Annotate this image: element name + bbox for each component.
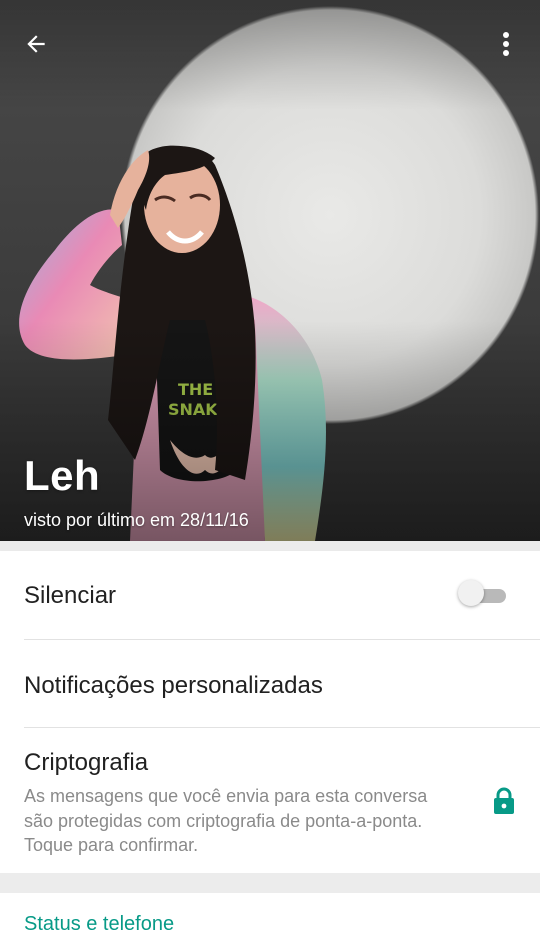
- status-phone-card: Status e telefone: [0, 893, 540, 933]
- more-vert-icon: [503, 32, 509, 56]
- lock-icon: [494, 787, 514, 814]
- mute-toggle[interactable]: [458, 580, 506, 606]
- section-spacer: [0, 873, 540, 893]
- encryption-label: Criptografia: [24, 749, 149, 776]
- profile-header: THE SNAKE Leh visto por último em 28/11/…: [0, 0, 540, 541]
- top-gradient-overlay: [0, 0, 540, 110]
- arrow-left-icon: [27, 35, 45, 53]
- encryption-description: As mensagens que você envia para esta co…: [24, 786, 428, 855]
- contact-name: Leh: [24, 452, 101, 499]
- mute-label: Silenciar: [24, 582, 117, 609]
- overflow-menu-button[interactable]: [488, 24, 524, 64]
- toggle-thumb: [458, 580, 484, 606]
- bottom-gradient-overlay: [0, 321, 540, 541]
- last-seen-status: visto por último em 28/11/16: [24, 510, 249, 530]
- custom-notifications-label: Notificações personalizadas: [24, 672, 323, 699]
- back-button[interactable]: [14, 24, 58, 64]
- custom-notifications-row[interactable]: Notificações personalizadas: [0, 640, 540, 727]
- chat-settings-card: Silenciar Notificações personalizadas Cr…: [0, 551, 540, 873]
- status-phone-section-title: Status e telefone: [24, 913, 175, 933]
- mute-setting-row[interactable]: Silenciar: [0, 551, 540, 639]
- encryption-row[interactable]: Criptografia As mensagens que você envia…: [0, 728, 540, 873]
